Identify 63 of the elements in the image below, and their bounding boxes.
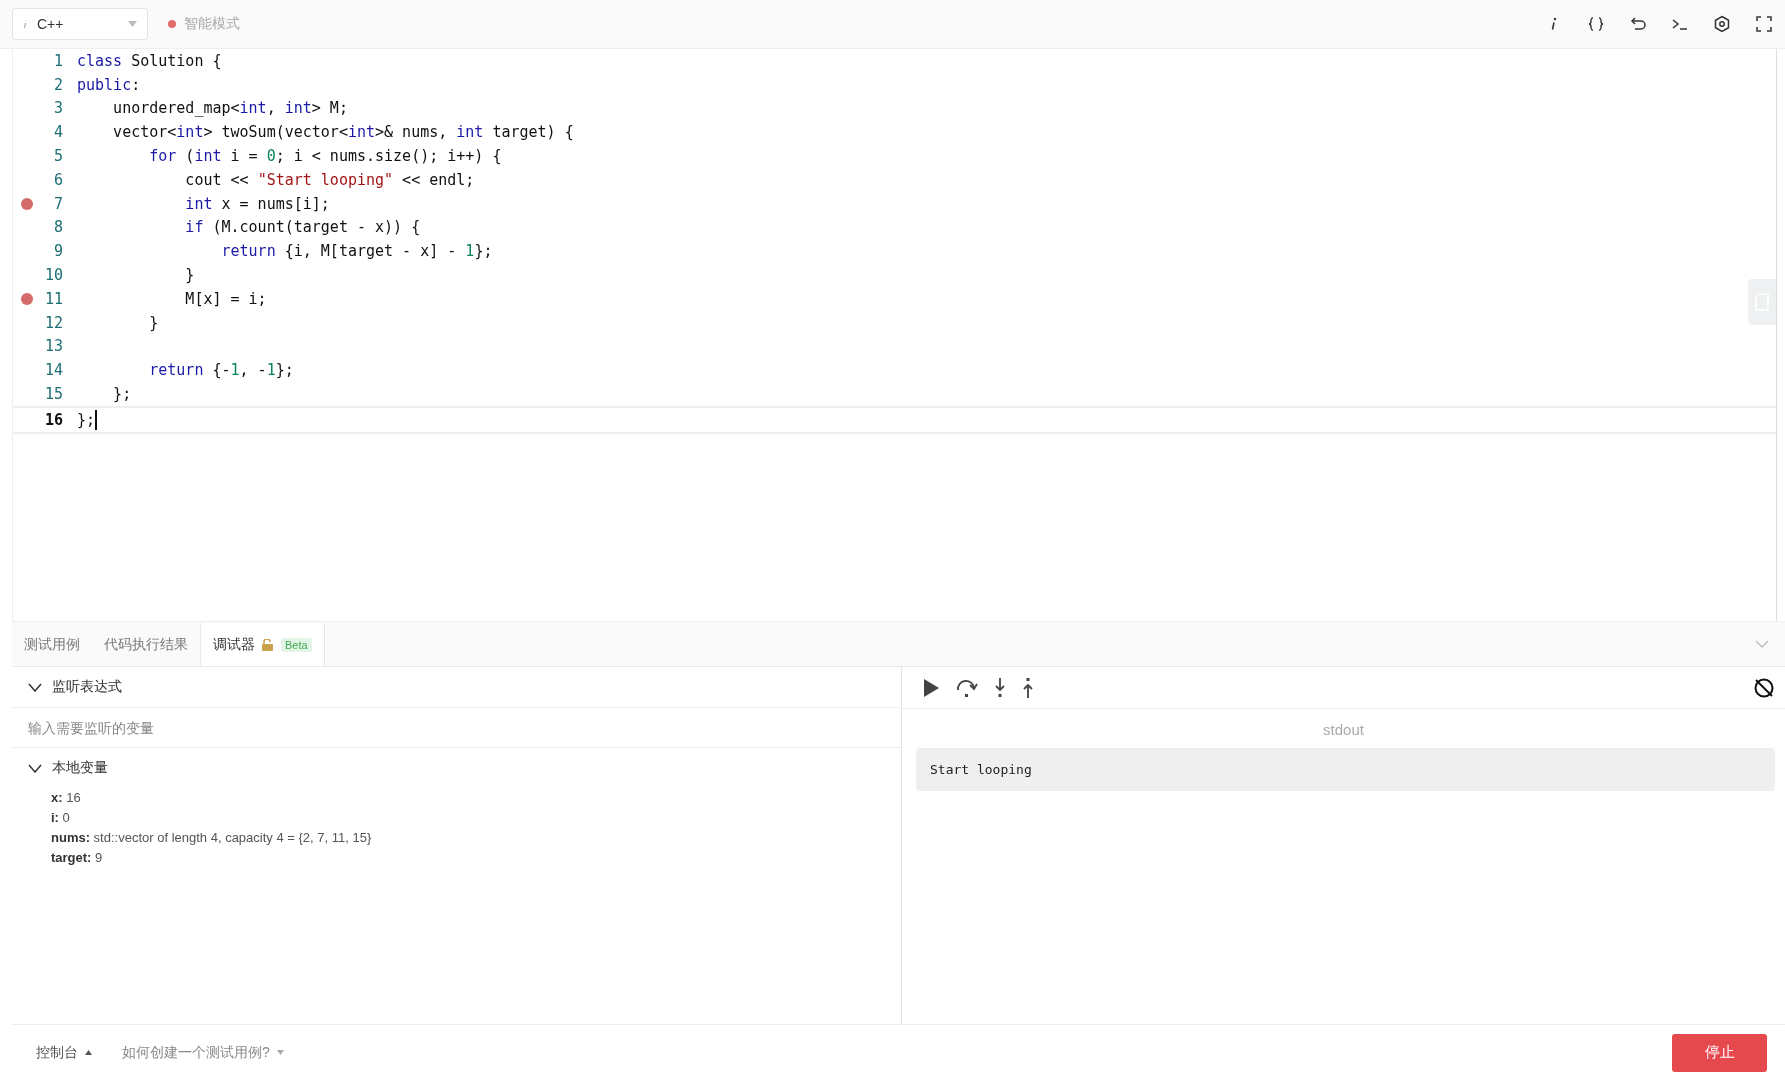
- lock-icon: [261, 638, 275, 651]
- step-over-icon[interactable]: [956, 677, 978, 698]
- info-icon: [23, 19, 29, 29]
- mode-label: 智能模式: [184, 15, 240, 33]
- line-number: 15: [43, 385, 63, 404]
- code-line: return {-1, -1};: [148, 361, 294, 380]
- step-out-icon[interactable]: [1022, 676, 1034, 699]
- variable-entry: nums: std::vector of length 4, capacity 4 = {2, 7, 11, 15}: [51, 829, 373, 847]
- line-number: 10: [43, 266, 63, 285]
- line-number: 6: [52, 170, 63, 189]
- line-number: 13: [43, 337, 63, 356]
- line-number: 1: [52, 51, 63, 70]
- code-line: unordered_map<int, int> M;: [112, 99, 348, 118]
- line-number: 2: [52, 75, 63, 94]
- caret-up-icon: [85, 1050, 92, 1055]
- code-line: };: [112, 385, 132, 404]
- line-number: 4: [52, 123, 63, 142]
- disable-breakpoints-icon[interactable]: [1753, 676, 1775, 699]
- line-number: 11: [43, 289, 63, 308]
- line-number: 5: [52, 147, 63, 166]
- line-number: 3: [52, 99, 63, 118]
- beta-badge: Beta: [281, 637, 312, 652]
- line-number: 9: [52, 242, 63, 261]
- console-button[interactable]: 控制台: [26, 1039, 102, 1066]
- line-number: 8: [52, 218, 63, 237]
- code-line: M[x] = i;: [184, 289, 267, 308]
- variable-entry: i: 0: [51, 809, 71, 827]
- code-line: if (M.count(target - x)) {: [184, 218, 421, 237]
- line-number: 7: [52, 194, 63, 213]
- help-link[interactable]: 如何创建一个测试用例?: [112, 1039, 294, 1066]
- panel-tab[interactable]: 测试用例: [12, 623, 92, 666]
- code-line: class Solution {: [77, 51, 222, 70]
- code-line: }: [184, 266, 195, 285]
- caret-down-icon: [276, 1050, 284, 1055]
- variable-entry: target: 9: [51, 849, 104, 867]
- step-into-icon[interactable]: [994, 676, 1006, 699]
- code-line: public:: [77, 75, 141, 94]
- code-line: }: [148, 313, 159, 332]
- reset-icon[interactable]: [1629, 15, 1647, 33]
- breakpoint-dot[interactable]: [21, 292, 33, 305]
- line-number: 12: [43, 313, 63, 332]
- stdout-label: stdout: [1322, 721, 1365, 738]
- language-dropdown[interactable]: C++: [12, 8, 148, 40]
- code-line: vector<int> twoSum(vector<int>& nums, int target) {: [112, 123, 574, 142]
- code-line: cout << "Start looping" << endl;: [184, 170, 475, 189]
- code-line: for (int i = 0; i < nums.size(); i++) {: [148, 147, 502, 166]
- panel-tab[interactable]: 代码执行结果: [92, 623, 200, 666]
- code-line: int x = nums[i];: [184, 194, 330, 213]
- variable-entry: x: 16: [51, 789, 82, 807]
- braces-icon[interactable]: [1587, 15, 1605, 33]
- breakpoint-dot[interactable]: [21, 197, 33, 210]
- line-number: 16: [43, 410, 63, 429]
- fullscreen-icon[interactable]: [1755, 15, 1773, 33]
- play-icon[interactable]: [922, 677, 940, 698]
- code-line: };: [77, 409, 98, 430]
- stop-button[interactable]: 停止: [1672, 1033, 1767, 1072]
- stdout-output: Start looping: [916, 748, 1775, 791]
- panel-tab[interactable]: 调试器 Beta: [200, 623, 325, 666]
- code-line: return {i, M[target - x] - 1};: [220, 242, 493, 261]
- section-header[interactable]: 本地变量: [12, 748, 901, 788]
- settings-icon[interactable]: [1713, 15, 1731, 33]
- caret-icon: [128, 21, 137, 27]
- line-number: 14: [43, 361, 63, 380]
